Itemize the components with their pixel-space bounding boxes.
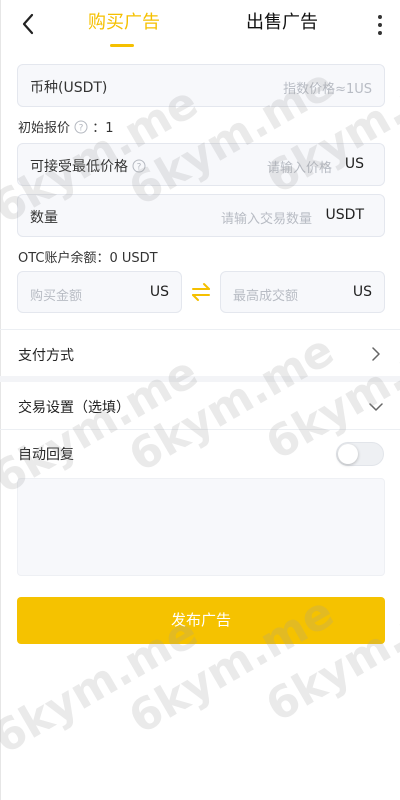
back-arrow-icon[interactable] <box>18 11 40 37</box>
otc-balance-text: OTC账户余额：0 USDT <box>18 251 158 266</box>
left-edge-line <box>0 0 1 800</box>
max-amount-placeholder: 最高成交额 <box>233 289 299 304</box>
chevron-down-icon[interactable] <box>369 400 383 414</box>
buy-amount-placeholder: 购买金额 <box>30 289 83 304</box>
buy-amount-field[interactable]: 购买金额 US <box>17 271 182 313</box>
index-price-placeholder: 指数价格≈1US <box>283 82 372 97</box>
quantity-placeholder: 请输入交易数量 <box>220 212 312 227</box>
active-tab-indicator <box>110 44 134 47</box>
buy-amount-unit: US <box>149 284 169 300</box>
min-price-placeholder: 请输入价格 <box>266 161 332 176</box>
initial-price-label: 初始报价 <box>18 121 71 136</box>
tab-sell-ad[interactable]: 出售广告 <box>246 11 318 35</box>
divider <box>0 329 400 330</box>
initial-price-value: ：1 <box>92 121 114 136</box>
quantity-field[interactable]: 数量 请输入交易数量 USDT <box>17 194 385 237</box>
help-icon[interactable]: ? <box>74 120 88 134</box>
watermark-text: 6kym.me <box>120 324 343 483</box>
initial-price-row: 初始报价 ? ：1 <box>18 117 114 136</box>
currency-label: 币种(USDT) <box>30 80 108 96</box>
publish-ad-button[interactable]: 发布广告 <box>17 597 385 644</box>
auto-reply-toggle[interactable] <box>336 442 384 466</box>
max-amount-field[interactable]: 最高成交额 US <box>220 271 385 313</box>
min-price-field[interactable]: 可接受最低价格 ? 请输入价格 US <box>17 143 385 186</box>
divider <box>0 429 400 430</box>
help-icon[interactable]: ? <box>132 159 146 173</box>
chevron-right-icon[interactable] <box>369 347 383 361</box>
payment-method-row[interactable]: 支付方式 <box>18 345 74 365</box>
svg-text:?: ? <box>137 163 142 173</box>
min-price-label: 可接受最低价格 ? <box>30 156 146 176</box>
quantity-unit: USDT <box>325 207 364 223</box>
currency-field[interactable]: 币种(USDT) 指数价格≈1US <box>17 64 385 107</box>
more-vertical-icon[interactable] <box>370 12 390 38</box>
quantity-label: 数量 <box>30 210 58 226</box>
section-separator <box>0 376 400 382</box>
min-price-unit: US <box>344 156 364 172</box>
top-nav-bar: 购买广告 出售广告 <box>0 0 400 50</box>
toggle-knob <box>338 444 358 464</box>
auto-reply-textarea[interactable] <box>17 478 385 576</box>
max-amount-unit: US <box>352 284 372 300</box>
tab-buy-ad[interactable]: 购买广告 <box>88 11 160 35</box>
trade-settings-row[interactable]: 交易设置（选填） <box>18 397 130 417</box>
swap-arrows-icon <box>192 283 210 301</box>
auto-reply-label: 自动回复 <box>18 447 74 463</box>
svg-text:?: ? <box>79 124 84 134</box>
